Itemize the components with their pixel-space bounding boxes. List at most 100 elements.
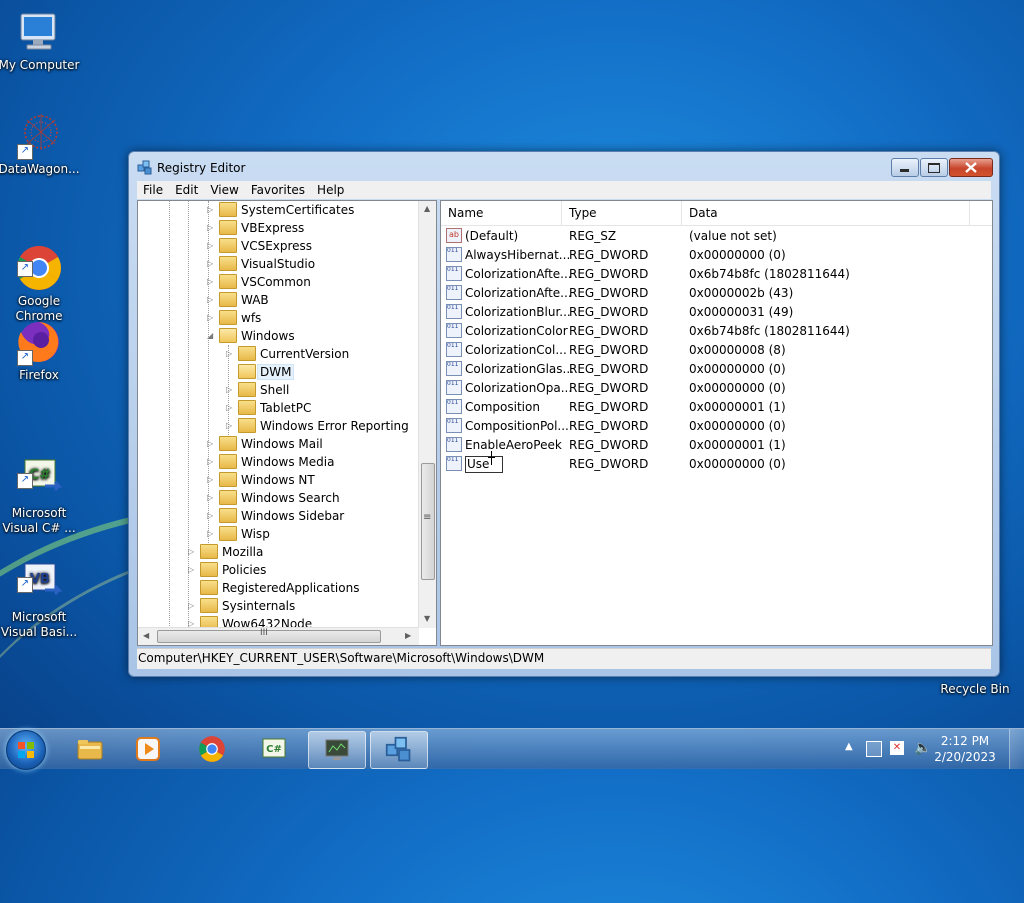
menu-edit[interactable]: Edit — [169, 181, 204, 199]
start-button[interactable] — [6, 730, 46, 770]
expand-arrow-icon[interactable]: ▷ — [207, 489, 219, 507]
tree-node[interactable]: ▷ Windows NT — [207, 471, 315, 489]
system-clock[interactable]: 2:12 PM 2/20/2023 — [930, 733, 1000, 765]
taskbar-button-explorer[interactable] — [62, 731, 118, 767]
show-hidden-icons-button[interactable]: ▲ — [845, 741, 853, 752]
tree-node[interactable]: ▷ VCSExpress — [207, 237, 312, 255]
column-header-type[interactable]: Type — [562, 201, 682, 225]
expand-arrow-icon[interactable]: ▷ — [188, 597, 200, 615]
minimize-button[interactable] — [891, 158, 919, 177]
value-row[interactable]: 011 110ColorizationColorREG_DWORD 0x6b74b… — [441, 322, 992, 341]
tree-node[interactable]: ▷ WAB — [207, 291, 269, 309]
value-row[interactable]: 011 110AlwaysHibernat...REG_DWORD 0x00000… — [441, 246, 992, 265]
column-header-data[interactable]: Data — [682, 201, 970, 225]
value-row[interactable]: 011 110ColorizationBlur...REG_DWORD 0x000… — [441, 303, 992, 322]
desktop-icon-datawagon[interactable]: ↗ DataWagon... — [0, 112, 82, 177]
value-row[interactable]: 011 110Use REG_DWORD 0x00000000 (0) — [441, 455, 992, 474]
desktop-icon-firefox[interactable]: ↗ Firefox — [0, 318, 82, 383]
value-row[interactable]: 011 110ColorizationOpa...REG_DWORD 0x0000… — [441, 379, 992, 398]
expand-arrow-icon[interactable]: ▷ — [188, 543, 200, 561]
expand-arrow-icon[interactable]: ▷ — [207, 309, 219, 327]
volume-icon[interactable]: 🔈 — [914, 740, 931, 756]
network-icon[interactable] — [866, 741, 882, 757]
tree-node[interactable]: ▷ Windows Media — [207, 453, 334, 471]
expand-arrow-icon[interactable]: ▷ — [207, 237, 219, 255]
scroll-left-icon[interactable]: ◀ — [143, 631, 149, 640]
tree-node[interactable]: ▷ Sysinternals — [188, 597, 295, 615]
tree-node[interactable]: ▷ Windows Sidebar — [207, 507, 344, 525]
tree-node[interactable]: ▷ CurrentVersion — [226, 345, 349, 363]
expand-arrow-icon[interactable]: ▷ — [188, 561, 200, 579]
expand-arrow-icon[interactable]: ▷ — [226, 399, 238, 417]
registry-key-tree[interactable]: ▷ SystemCertificates ▷ VBExpress ▷ VCSExpress… — [137, 200, 437, 646]
scroll-right-icon[interactable]: ▶ — [405, 631, 411, 640]
taskbar-button-visual-csharp[interactable]: C# — [246, 731, 302, 767]
taskbar-button-media-player[interactable] — [120, 731, 176, 767]
value-row[interactable]: 011 110ColorizationGlas...REG_DWORD 0x000… — [441, 360, 992, 379]
close-button[interactable] — [949, 158, 993, 177]
expand-arrow-icon[interactable]: ▷ — [207, 471, 219, 489]
collapse-arrow-icon[interactable]: ◢ — [207, 327, 219, 345]
desktop-icon-recycle-bin[interactable]: Recycle Bin — [932, 682, 1018, 697]
tree-node[interactable]: ▷ Windows Mail — [207, 435, 323, 453]
menu-file[interactable]: File — [137, 181, 169, 199]
value-row[interactable]: 011 110CompositionPol...REG_DWORD 0x00000… — [441, 417, 992, 436]
expand-arrow-icon[interactable]: ▷ — [207, 255, 219, 273]
expand-arrow-icon[interactable]: ▷ — [207, 435, 219, 453]
expand-arrow-icon[interactable]: ▷ — [226, 417, 238, 435]
maximize-button[interactable] — [920, 158, 948, 177]
rename-input[interactable]: Use — [465, 456, 503, 473]
tree-node[interactable]: ▷ Policies — [188, 561, 266, 579]
expand-arrow-icon[interactable]: ▷ — [207, 291, 219, 309]
column-header-name[interactable]: Name — [441, 201, 562, 225]
expand-arrow-icon[interactable]: ▷ — [226, 345, 238, 363]
tree-node[interactable]: ▷ Shell — [226, 381, 289, 399]
expand-arrow-icon[interactable]: ▷ — [226, 381, 238, 399]
taskbar-button-network-app[interactable] — [308, 731, 366, 769]
show-desktop-button[interactable] — [1009, 729, 1024, 769]
tree-node[interactable]: ▷ Windows Search — [207, 489, 340, 507]
expand-arrow-icon[interactable]: ▷ — [207, 525, 219, 543]
value-row[interactable]: 011 110Composition REG_DWORD 0x00000001 (1… — [441, 398, 992, 417]
tree-node[interactable]: ▷ VisualStudio — [207, 255, 315, 273]
expand-arrow-icon[interactable]: ▷ — [207, 219, 219, 237]
menu-view[interactable]: View — [204, 181, 244, 199]
value-row[interactable]: ab (Default) REG_SZ (value not set) — [441, 227, 992, 246]
expand-arrow-icon[interactable]: ▷ — [207, 453, 219, 471]
scroll-down-icon[interactable]: ▼ — [424, 614, 430, 623]
scroll-thumb[interactable]: III — [157, 628, 381, 643]
tree-node[interactable]: DWM — [226, 363, 295, 381]
expand-arrow-icon[interactable]: ▷ — [207, 201, 219, 219]
desktop-icon-visual-basic[interactable]: VB ↗ Microsoft Visual Basi... — [0, 530, 82, 640]
value-row[interactable]: 011 110ColorizationCol...REG_DWORD 0x0000… — [441, 341, 992, 360]
desktop-icon-my-computer[interactable]: My Computer — [0, 8, 82, 73]
desktop-icon-visual-csharp[interactable]: C# ↗ Microsoft Visual C# ... — [0, 426, 82, 536]
tree-vertical-scrollbar[interactable]: ▲ ≡ ▼ — [418, 201, 436, 628]
tree-horizontal-scrollbar[interactable]: ◀ III ▶ — [138, 627, 419, 645]
tree-node[interactable]: ▷ TabletPC — [226, 399, 311, 417]
tree-node[interactable]: ▷ SystemCertificates — [207, 201, 354, 219]
expand-arrow-icon[interactable]: ▷ — [207, 507, 219, 525]
tree-node[interactable]: ▷ Windows Error Reporting — [226, 417, 409, 435]
scroll-up-icon[interactable]: ▲ — [424, 204, 430, 213]
value-row[interactable]: 011 110EnableAeroPeek REG_DWORD 0x00000001… — [441, 436, 992, 455]
tree-node[interactable]: ▷ wfs — [207, 309, 261, 327]
tree-node[interactable]: ▷ Mozilla — [188, 543, 263, 561]
registry-values-list[interactable]: Name Type Data ab (Default) REG_SZ (value n… — [440, 200, 993, 646]
tree-node[interactable]: ◢ Windows — [207, 327, 295, 345]
desktop-icon-chrome[interactable]: ↗ Google Chrome — [0, 214, 82, 324]
value-row[interactable]: 011 110ColorizationAfte...REG_DWORD 0x000… — [441, 284, 992, 303]
menu-help[interactable]: Help — [311, 181, 350, 199]
tree-node[interactable]: ▷ VSCommon — [207, 273, 311, 291]
value-row[interactable]: 011 110ColorizationAfte...REG_DWORD 0x6b7… — [441, 265, 992, 284]
taskbar-button-registry-editor[interactable] — [370, 731, 428, 769]
tree-node[interactable]: RegisteredApplications — [188, 579, 359, 597]
menu-favorites[interactable]: Favorites — [245, 181, 311, 199]
title-bar[interactable]: Registry Editor — [129, 152, 999, 182]
action-center-icon[interactable]: ✕ — [890, 741, 904, 755]
tree-node[interactable]: ▷ Wisp — [207, 525, 270, 543]
expand-arrow-icon[interactable]: ▷ — [207, 273, 219, 291]
scroll-thumb[interactable]: ≡ — [421, 463, 435, 580]
tree-node[interactable]: ▷ VBExpress — [207, 219, 304, 237]
taskbar-button-chrome[interactable] — [184, 731, 240, 767]
